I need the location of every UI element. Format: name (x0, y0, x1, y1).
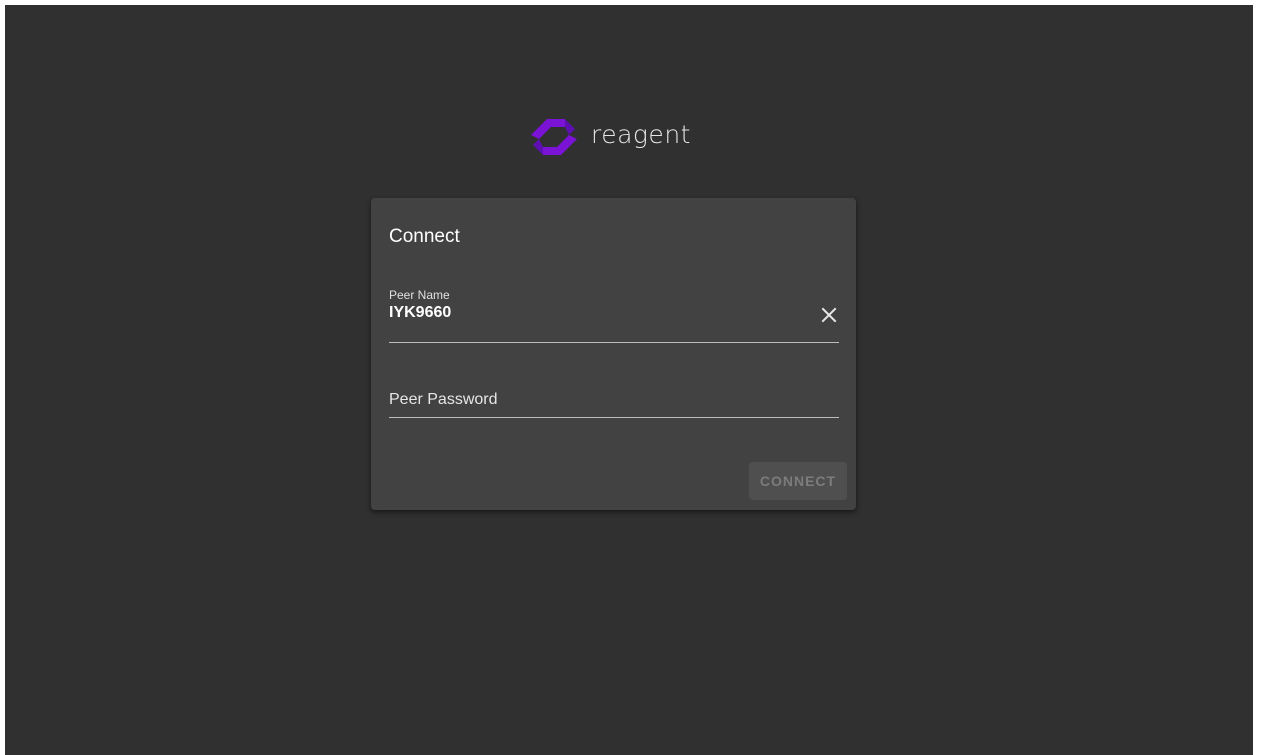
peer-password-underline (389, 417, 839, 418)
connect-button[interactable]: CONNECT (749, 462, 847, 500)
brand-name: reagent (591, 120, 691, 149)
app-background: reagent Connect Peer Name IYK9660 CONNEC… (5, 5, 1253, 755)
peer-name-label: Peer Name (389, 288, 450, 302)
peer-name-field[interactable]: Peer Name IYK9660 (389, 288, 839, 344)
peer-password-input[interactable] (389, 388, 829, 412)
peer-password-field[interactable] (389, 370, 839, 420)
peer-name-underline (389, 342, 839, 343)
reagent-chain-logo-icon (531, 119, 577, 155)
peer-name-input[interactable]: IYK9660 (389, 304, 789, 322)
dialog-title: Connect (389, 226, 460, 247)
reagent-logo: reagent (525, 113, 691, 161)
connect-dialog: Connect Peer Name IYK9660 CONNECT (371, 198, 856, 510)
close-icon[interactable] (821, 307, 837, 323)
